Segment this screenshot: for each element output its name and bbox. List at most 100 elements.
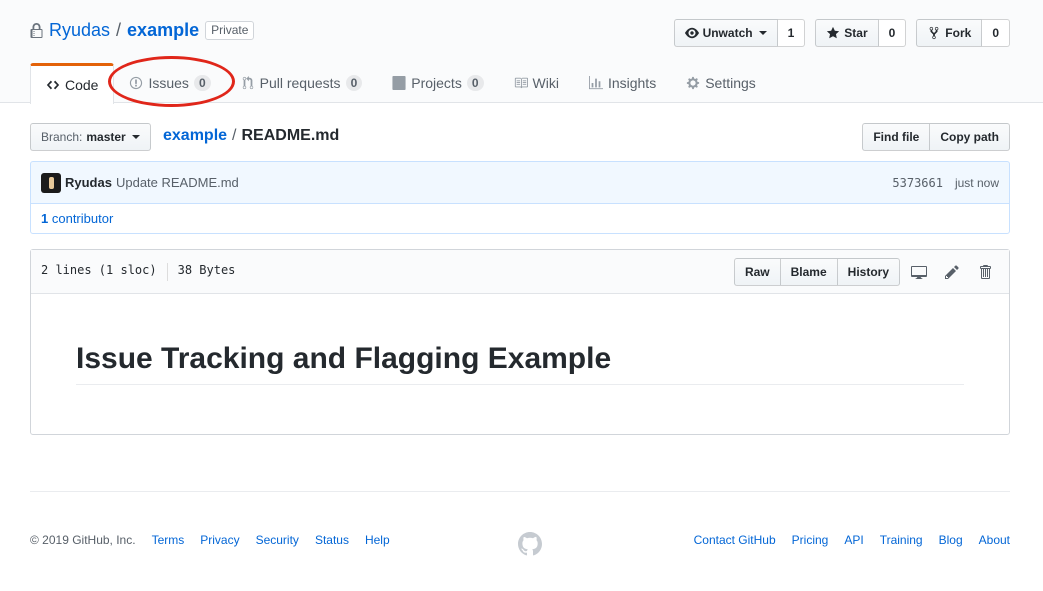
tab-issues[interactable]: Issues 0 <box>114 63 225 103</box>
raw-button[interactable]: Raw <box>733 257 781 286</box>
private-badge: Private <box>205 21 255 40</box>
footer-link-api[interactable]: API <box>844 533 863 547</box>
watchers-count[interactable]: 1 <box>777 19 806 47</box>
commit-tease: Ryudas Update README.md 5373661 just now <box>30 161 1010 204</box>
breadcrumb-repo-link[interactable]: example <box>163 127 227 145</box>
fork-icon <box>929 26 939 40</box>
repo-actions: Unwatch 1 Star 0 Fork 0 <box>673 19 1010 47</box>
star-label: Star <box>844 26 868 40</box>
file-nav-actions: Find file Copy path <box>862 123 1010 151</box>
tab-projects[interactable]: Projects 0 <box>377 63 498 103</box>
watch-group: Unwatch 1 <box>673 19 806 47</box>
tab-code-label: Code <box>65 77 99 93</box>
tab-pull-requests-label: Pull requests <box>259 75 341 91</box>
open-desktop-button[interactable] <box>905 258 933 286</box>
pull-requests-counter: 0 <box>345 75 363 91</box>
footer-left: © 2019 GitHub, Inc. Terms Privacy Securi… <box>30 533 390 547</box>
project-icon <box>392 76 406 90</box>
issues-counter: 0 <box>193 75 211 91</box>
pull-request-icon <box>242 76 253 90</box>
footer-link-privacy[interactable]: Privacy <box>200 533 239 547</box>
gear-icon <box>687 76 700 90</box>
pencil-icon <box>945 264 959 279</box>
delete-file-button[interactable] <box>971 258 999 286</box>
trash-icon <box>980 264 991 279</box>
tab-settings[interactable]: Settings <box>671 63 771 103</box>
footer-link-blog[interactable]: Blog <box>939 533 963 547</box>
forks-count[interactable]: 0 <box>982 19 1010 47</box>
footer-link-pricing[interactable]: Pricing <box>792 533 829 547</box>
fork-group: Fork 0 <box>916 19 1010 47</box>
breadcrumb-separator: / <box>232 127 237 144</box>
copy-path-button[interactable]: Copy path <box>930 123 1010 151</box>
file-header: 2 lines (1 sloc) 38 Bytes Raw Blame Hist… <box>31 250 1009 294</box>
tab-projects-label: Projects <box>411 75 462 91</box>
footer-link-about[interactable]: About <box>979 533 1010 547</box>
contributors-count: 1 <box>41 211 49 226</box>
avatar[interactable] <box>41 172 61 193</box>
file-info-divider <box>166 262 168 281</box>
repo-name-link[interactable]: example <box>127 20 199 41</box>
code-icon <box>46 80 60 90</box>
tab-settings-label: Settings <box>705 75 756 91</box>
repo-title: Ryudas / example Private <box>30 20 255 41</box>
file-info: 2 lines (1 sloc) 38 Bytes <box>41 262 236 281</box>
footer-link-status[interactable]: Status <box>315 533 349 547</box>
commit-message-link[interactable]: Update README.md <box>116 175 239 190</box>
readme-content: Issue Tracking and Flagging Example <box>31 294 1009 385</box>
footer-right: Contact GitHub Pricing API Training Blog… <box>694 533 1010 547</box>
github-mark-icon[interactable] <box>518 532 542 556</box>
star-button[interactable]: Star <box>815 19 879 47</box>
footer-link-terms[interactable]: Terms <box>152 533 185 547</box>
repo-path-separator: / <box>116 20 122 40</box>
stars-count[interactable]: 0 <box>878 19 907 47</box>
commit-meta: 5373661 just now <box>892 176 999 190</box>
file-header-actions: Raw Blame History <box>733 257 999 286</box>
footer-link-training[interactable]: Training <box>880 533 923 547</box>
footer-copyright: © 2019 GitHub, Inc. <box>30 533 136 547</box>
unwatch-label: Unwatch <box>702 26 753 40</box>
lock-icon <box>30 22 43 38</box>
readme-heading: Issue Tracking and Flagging Example <box>76 342 964 385</box>
breadcrumb-file: README.md <box>241 127 340 144</box>
repo-owner-link[interactable]: Ryudas <box>49 20 110 41</box>
tab-wiki-label: Wiki <box>532 75 559 91</box>
file-lines: 2 lines (1 sloc) <box>41 262 157 277</box>
commit-author-link[interactable]: Ryudas <box>65 175 112 190</box>
file-box: 2 lines (1 sloc) 38 Bytes Raw Blame Hist… <box>30 249 1010 435</box>
footer-link-contact[interactable]: Contact GitHub <box>694 533 776 547</box>
find-file-button[interactable]: Find file <box>862 123 931 151</box>
chevron-down-icon <box>758 31 767 35</box>
issue-icon <box>130 76 143 90</box>
edit-file-button[interactable] <box>938 258 966 286</box>
tab-pull-requests[interactable]: Pull requests 0 <box>226 63 378 103</box>
graph-icon <box>588 76 603 90</box>
branch-prefix: Branch: <box>41 130 83 144</box>
footer-link-security[interactable]: Security <box>256 533 299 547</box>
star-icon <box>827 26 840 39</box>
branch-select-button[interactable]: Branch: master <box>30 123 151 151</box>
repo-nav: Code Issues 0 Pull requests 0 Projects 0… <box>30 63 771 104</box>
eye-icon <box>684 27 699 39</box>
tab-wiki[interactable]: Wiki <box>499 63 574 103</box>
contributors-bar: 1 contributor <box>30 203 1010 234</box>
repo-header: Ryudas / example Private Unwatch 1 Star … <box>0 0 1043 104</box>
contributors-link[interactable]: 1 contributor <box>41 211 113 226</box>
projects-counter: 0 <box>466 75 484 91</box>
fork-button[interactable]: Fork <box>916 19 983 47</box>
chevron-down-icon <box>131 135 140 139</box>
tab-insights-label: Insights <box>607 75 657 91</box>
footer-link-help[interactable]: Help <box>365 533 390 547</box>
wiki-icon <box>514 77 528 89</box>
file-size: 38 Bytes <box>177 262 236 277</box>
blame-button[interactable]: Blame <box>780 257 838 286</box>
history-button[interactable]: History <box>837 257 900 286</box>
desktop-icon <box>911 265 927 279</box>
contributors-label: contributor <box>51 211 114 226</box>
unwatch-button[interactable]: Unwatch <box>673 19 778 47</box>
fork-label: Fork <box>945 26 972 40</box>
commit-sha-link[interactable]: 5373661 <box>892 176 943 190</box>
tab-insights[interactable]: Insights <box>574 63 671 103</box>
tab-code[interactable]: Code <box>30 63 115 104</box>
tab-issues-label: Issues <box>148 75 189 91</box>
